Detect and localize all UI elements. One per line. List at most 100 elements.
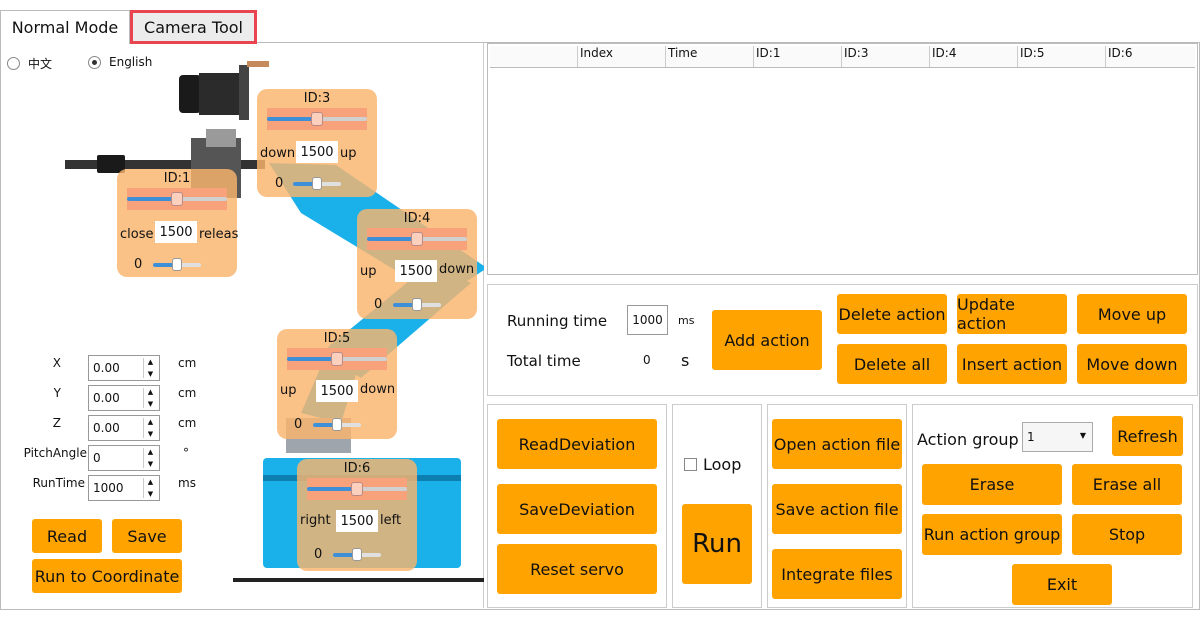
servo-id5-title: ID:5 — [323, 331, 351, 346]
move-up-button[interactable]: Move up — [1077, 294, 1187, 334]
servo-id1-slider[interactable] — [127, 192, 227, 206]
servo-id4-value[interactable]: 1500 — [395, 260, 437, 282]
servo-panel-id6: ID:6 right 1500 left 0 — [297, 459, 417, 571]
servo-id1-deviation-slider[interactable] — [153, 258, 201, 271]
servo-id3-value[interactable]: 1500 — [296, 141, 338, 163]
spin-arrows-icon[interactable]: ▲ ▼ — [143, 388, 157, 408]
move-down-button[interactable]: Move down — [1077, 344, 1187, 384]
read-button[interactable]: Read — [32, 519, 102, 553]
column-header-id5[interactable]: ID:5 — [1018, 46, 1106, 67]
servo-id1-deviation-thumb[interactable] — [172, 258, 182, 271]
column-header-index[interactable]: Index — [578, 46, 666, 67]
servo-id5-slider[interactable] — [287, 352, 387, 366]
servo-id3-slider[interactable] — [267, 112, 367, 126]
save-action-file-button[interactable]: Save action file — [772, 484, 902, 534]
coord-pitch-unit: ° — [183, 446, 189, 460]
servo-id3-thumb[interactable] — [311, 112, 323, 126]
integrate-files-button[interactable]: Integrate files — [772, 549, 902, 599]
coord-runtime-label: RunTime — [32, 476, 85, 490]
run-button[interactable]: Run — [682, 504, 752, 584]
robot-arm-panel: 中文 English ID:3 down 1500 up 0 ID:1 clos… — [1, 43, 484, 608]
servo-panel-id1: ID:1 close 1500 releas 0 — [117, 169, 239, 277]
action-group-select[interactable]: 1 ▼ — [1022, 422, 1093, 452]
save-deviation-button[interactable]: SaveDeviation — [497, 484, 657, 534]
refresh-button[interactable]: Refresh — [1112, 416, 1183, 456]
coord-y-spinbox[interactable]: 0.00 ▲ ▼ — [88, 385, 160, 411]
loop-checkbox[interactable] — [684, 458, 697, 471]
column-header-time[interactable]: Time — [666, 46, 754, 67]
delete-action-button[interactable]: Delete action — [837, 294, 947, 334]
coord-pitch-spinbox[interactable]: 0 ▲ ▼ — [88, 445, 160, 471]
servo-id4-left-label: up — [360, 264, 377, 279]
spin-arrows-icon[interactable]: ▲ ▼ — [143, 358, 157, 378]
coord-z-spinbox[interactable]: 0.00 ▲ ▼ — [88, 415, 160, 441]
stop-button[interactable]: Stop — [1072, 514, 1182, 555]
servo-id6-left-label: right — [300, 513, 331, 528]
open-action-file-button[interactable]: Open action file — [772, 419, 902, 469]
servo-id5-value[interactable]: 1500 — [316, 380, 358, 402]
exit-button[interactable]: Exit — [1012, 564, 1112, 605]
insert-action-button[interactable]: Insert action — [957, 344, 1067, 384]
coord-x-value: 0.00 — [93, 361, 120, 375]
save-button[interactable]: Save — [112, 519, 182, 553]
run-action-group-button[interactable]: Run action group — [922, 514, 1062, 555]
servo-id3-deviation-thumb[interactable] — [312, 177, 322, 190]
coord-x-spinbox[interactable]: 0.00 ▲ ▼ — [88, 355, 160, 381]
spin-arrows-icon[interactable]: ▲ ▼ — [143, 448, 157, 468]
action-group-label: Action group — [917, 430, 1019, 449]
add-action-button[interactable]: Add action — [712, 310, 822, 370]
servo-id4-thumb[interactable] — [411, 232, 423, 246]
servo-id6-slider[interactable] — [307, 482, 407, 496]
servo-id1-left-label: close — [120, 227, 154, 242]
delete-all-button[interactable]: Delete all — [837, 344, 947, 384]
running-time-label: Running time — [507, 312, 608, 330]
servo-id1-thumb[interactable] — [171, 192, 183, 206]
coord-x-unit: cm — [178, 356, 197, 370]
servo-id5-deviation-thumb[interactable] — [332, 418, 342, 431]
servo-id6-thumb[interactable] — [351, 482, 363, 496]
servo-panel-id3: ID:3 down 1500 up 0 — [257, 89, 377, 197]
servo-id6-deviation-thumb[interactable] — [352, 548, 362, 561]
column-header-id3[interactable]: ID:3 — [842, 46, 930, 67]
column-header-id1[interactable]: ID:1 — [754, 46, 842, 67]
running-time-input[interactable]: 1000 — [627, 305, 668, 335]
coord-z-value: 0.00 — [93, 421, 120, 435]
action-table[interactable]: Index Time ID:1 ID:3 ID:4 ID:5 ID:6 — [487, 43, 1198, 275]
servo-id4-slider[interactable] — [367, 232, 467, 246]
coord-y-unit: cm — [178, 386, 197, 400]
coord-runtime-spinbox[interactable]: 1000 ▲ ▼ — [88, 475, 160, 501]
servo-id5-thumb[interactable] — [331, 352, 343, 366]
erase-button[interactable]: Erase — [922, 464, 1062, 505]
read-deviation-button[interactable]: ReadDeviation — [497, 419, 657, 469]
coord-y-value: 0.00 — [93, 391, 120, 405]
erase-all-button[interactable]: Erase all — [1072, 464, 1182, 505]
action-group-selected: 1 — [1027, 430, 1035, 444]
tab-camera-tool[interactable]: Camera Tool — [130, 10, 257, 44]
chevron-down-icon: ▼ — [1079, 431, 1086, 440]
servo-id1-deviation: 0 — [134, 257, 143, 272]
column-header-id6[interactable]: ID:6 — [1106, 46, 1195, 67]
spin-arrows-icon[interactable]: ▲ ▼ — [143, 418, 157, 438]
servo-id3-deviation-slider[interactable] — [293, 177, 341, 190]
coord-y-label: Y — [53, 386, 61, 400]
servo-id4-deviation-thumb[interactable] — [412, 298, 422, 311]
servo-id6-deviation-slider[interactable] — [333, 548, 381, 561]
servo-id1-value[interactable]: 1500 — [155, 221, 197, 243]
servo-id3-deviation: 0 — [275, 176, 284, 191]
servo-id3-right-label: up — [340, 146, 357, 161]
coord-runtime-unit: ms — [178, 476, 196, 490]
column-header-id4[interactable]: ID:4 — [930, 46, 1018, 67]
coord-pitch-value: 0 — [93, 451, 101, 465]
servo-id4-slider-bg — [367, 228, 467, 250]
servo-id5-deviation-slider[interactable] — [313, 418, 361, 431]
coord-z-unit: cm — [178, 416, 197, 430]
servo-id4-deviation-slider[interactable] — [393, 298, 441, 311]
servo-id1-right-label: releas — [199, 227, 239, 242]
update-action-button[interactable]: Update action — [957, 294, 1067, 334]
reset-servo-button[interactable]: Reset servo — [497, 544, 657, 594]
column-header-blank[interactable] — [490, 46, 578, 67]
servo-id6-value[interactable]: 1500 — [336, 510, 378, 532]
run-to-coordinate-button[interactable]: Run to Coordinate — [32, 559, 182, 593]
tab-normal-mode[interactable]: Normal Mode — [0, 10, 130, 44]
spin-arrows-icon[interactable]: ▲ ▼ — [143, 478, 157, 498]
